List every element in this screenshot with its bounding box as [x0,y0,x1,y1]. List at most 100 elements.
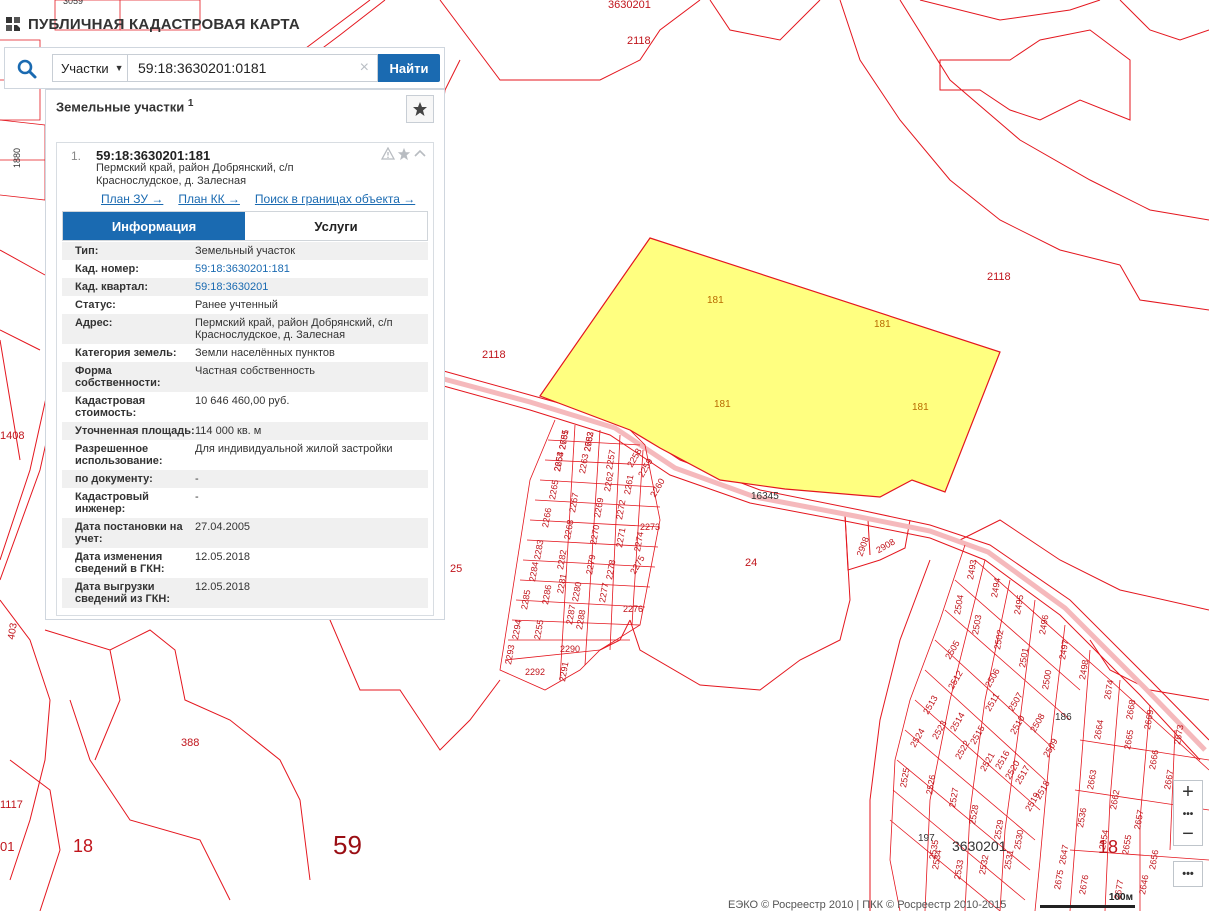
block-label-top: 3630201 [608,0,651,11]
info-value: Для индивидуальной жилой застройки [195,443,393,455]
info-key: Уточненная площадь: [75,425,195,437]
subdivision-parcel-label: 2528 [967,804,980,825]
subdivision-parcel-label: 2500 [1040,669,1053,690]
subdivision-parcel-label: 2669 [1142,709,1155,730]
plan-zu-link[interactable]: План ЗУ → [101,192,163,206]
subdivision-parcel-label: 2265 [547,479,560,500]
subdivision-parcel-label: 2665 [1122,729,1135,750]
parcel-181-label: 181 [707,295,724,306]
info-row: Категория земель: Земли населённых пункто… [62,344,428,362]
subdivision-parcel-label: 2493 [965,559,978,580]
tab-information[interactable]: Информация [63,212,245,240]
rosreestr-logo-icon [6,17,20,31]
region-label: 59 [333,830,362,860]
subdivision-parcel-label: 2292 [525,667,545,677]
subdivision-parcel-label: 2494 [989,577,1002,598]
subdivision-parcel-label: 2664 [1092,719,1105,740]
subdivision-parcel-label: 2514 [948,711,967,733]
subdivision-parcel-label: 2512 [946,669,965,691]
subdivision-parcel-label: 2652 [582,431,595,452]
subdivision-parcel-label: 2276 [623,604,643,614]
info-row: Форма собственности: Частная собственност… [62,362,428,392]
subdivision-parcel-label: 2657 [1132,809,1145,830]
subdivision-parcel-label: 2262 [602,471,615,492]
search-in-bounds-link[interactable]: Поиск в границах объекта → [255,192,415,206]
subdivision-parcel-label: 2533 [952,859,965,880]
parcel-label: 1117 [0,799,23,811]
app-title: ПУБЛИЧНАЯ КАДАСТРОВАЯ КАРТА [28,15,300,33]
subdivision-parcel-label: 2655 [1120,834,1133,855]
subdivision-parcel-label: 2502 [992,629,1005,650]
results-panel: Земельные участки 1 1. 59:18:3630201:181… [45,89,445,620]
search-icon[interactable] [15,58,39,80]
subdivision-parcel-label: 2269 [592,497,605,518]
info-value: Пермский край, район Добрянский, с/п Кра… [195,317,393,341]
subdivision-parcel-label: 2284 [527,561,540,582]
subdivision-parcel-label: 2536 [1075,807,1088,828]
subdivision-parcel-label: 2257 [604,449,617,470]
more-tools-button[interactable]: ••• [1173,861,1203,887]
subdivision-parcel-label: 2506 [983,667,1002,689]
info-value: Частная собственность [195,365,316,377]
zoom-out-button[interactable]: − [1174,823,1202,845]
subdivision-parcel-label: 2275 [628,554,647,576]
warning-icon[interactable] [381,147,395,161]
subdivision-parcel-label: 2268 [562,519,575,540]
district-label: 18 [73,836,93,856]
info-key: Адрес: [75,317,113,329]
app-header: ПУБЛИЧНАЯ КАДАСТРОВАЯ КАРТА [0,12,300,36]
subdivision-parcel-label: 2293 [503,644,516,665]
parcel-label: 403 [6,622,20,641]
parcel-181-label: 181 [874,319,891,330]
find-button[interactable]: Найти [378,54,440,82]
copyright-text: ЕЭКО © Росреестр 2010 | ПКК © Росреестр … [728,899,1007,911]
search-input[interactable]: 59:18:3630201:0181 × [128,54,378,82]
parcel-label: 388 [181,737,199,749]
chevron-up-icon[interactable] [413,147,427,161]
tab-services[interactable]: Услуги [245,212,427,240]
favorites-button[interactable] [406,95,434,123]
search-type-select[interactable]: Участки ▼ [52,54,128,82]
result-cadnum[interactable]: 59:18:3630201:181 [96,148,210,163]
subdivision-parcel-label: 2267 [567,492,580,513]
info-key: по документу: [75,473,153,485]
subdivision-parcel-label: 2647 [1057,844,1070,865]
info-value: Земли населённых пунктов [195,347,335,359]
plan-kk-link[interactable]: План КК → [178,192,240,206]
subdivision-parcel-label: 2531 [1002,849,1015,870]
info-value: - [195,473,199,485]
subdivision-parcel-label: 2255 [532,619,545,640]
subdivision-parcel-label: 2263 [577,453,590,474]
card-links: План ЗУ → План КК → Поиск в границах объ… [101,192,415,206]
subdivision-parcel-label: 2501 [1017,647,1030,668]
info-value: 12.05.2018 [195,551,251,563]
result-card: 1. 59:18:3630201:181 Пермский край, райо… [56,142,434,616]
info-value: 10 646 460,00 руб. [195,395,290,407]
parcel-181-label: 181 [714,399,731,410]
subdivision-parcel-label: 2279 [584,554,597,575]
info-value[interactable]: 59:18:3630201:181 [195,263,428,275]
info-value: Ранее учтенный [195,299,278,311]
info-row: Дата выгрузки сведений из ГКН: 12.05.2018 [62,578,428,608]
zoom-in-button[interactable]: + [1174,781,1202,803]
card-tabs: Информация Услуги [62,211,428,241]
info-row: Разрешенное использование: Для индивидуал… [62,440,428,470]
road-label: 16345 [751,491,779,502]
info-value: 12.05.2018 [195,581,251,593]
info-value: 27.04.2005 [195,521,251,533]
info-key: Кад. квартал: [75,281,149,293]
subdivision-parcel-label: 2274 [632,531,645,552]
scale-line [1040,905,1135,908]
info-value[interactable]: 59:18:3630201 [195,281,428,293]
subdivision-parcel-label: 2278 [604,559,617,580]
search-type-label: Участки [61,60,109,76]
info-row: Дата постановки на учет: 27.04.2005 [62,518,428,548]
info-key: Дата выгрузки сведений из ГКН: [75,581,171,605]
clear-icon[interactable]: × [360,59,369,77]
results-header: Земельные участки 1 [56,98,193,114]
subdivision-parcel-label: 2504 [952,594,965,615]
chevron-down-icon: ▼ [114,63,124,73]
info-row: Тип: Земельный участок [62,242,428,260]
search-panel: Участки ▼ 59:18:3630201:0181 × Найти Зем… [4,47,445,620]
star-icon[interactable] [397,147,411,161]
